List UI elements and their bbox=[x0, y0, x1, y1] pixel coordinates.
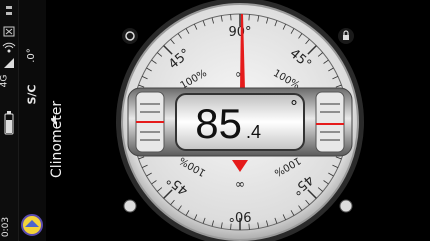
bottom-left-knob[interactable] bbox=[123, 199, 137, 213]
close-icon[interactable] bbox=[0, 26, 18, 38]
dial-tick bbox=[248, 223, 250, 230]
status-bar: 4G 0:03 bbox=[0, 0, 19, 241]
reading-main: 85 bbox=[195, 100, 242, 147]
reading-degree: ° bbox=[290, 97, 298, 116]
bottom-right-knob[interactable] bbox=[339, 199, 353, 213]
signal-icon bbox=[4, 58, 14, 68]
menu-dots-icon bbox=[6, 6, 12, 15]
dial-tick bbox=[248, 14, 250, 21]
app-logo-icon[interactable] bbox=[21, 214, 43, 236]
infinity-bottom: ∞ bbox=[235, 177, 245, 191]
left-vial bbox=[135, 91, 165, 153]
scale-label-top-90: 90° bbox=[228, 25, 251, 40]
rotate-button[interactable] bbox=[122, 28, 138, 44]
battery-icon bbox=[4, 111, 14, 135]
offset-label[interactable]: .0° bbox=[26, 48, 37, 63]
reading-decimal: .4 bbox=[246, 122, 261, 142]
lock-icon bbox=[343, 35, 349, 40]
clock: 0:03 bbox=[1, 216, 12, 238]
scale-label-bottom-90: 90° bbox=[228, 208, 251, 223]
mode-label[interactable]: S/C bbox=[26, 84, 39, 104]
lock-button[interactable] bbox=[338, 28, 354, 44]
network-label: 4G bbox=[0, 74, 10, 88]
clinometer-gauge: 90° 45° 45° 100% 100% ∞ 90° 45° 45° 100%… bbox=[116, 0, 364, 241]
dial-tick bbox=[230, 14, 232, 21]
dial-tick bbox=[230, 223, 232, 230]
wifi-icon bbox=[2, 42, 16, 53]
side-toolbar: .0° S/C Clinometer bbox=[19, 0, 65, 241]
right-vial bbox=[315, 91, 345, 153]
